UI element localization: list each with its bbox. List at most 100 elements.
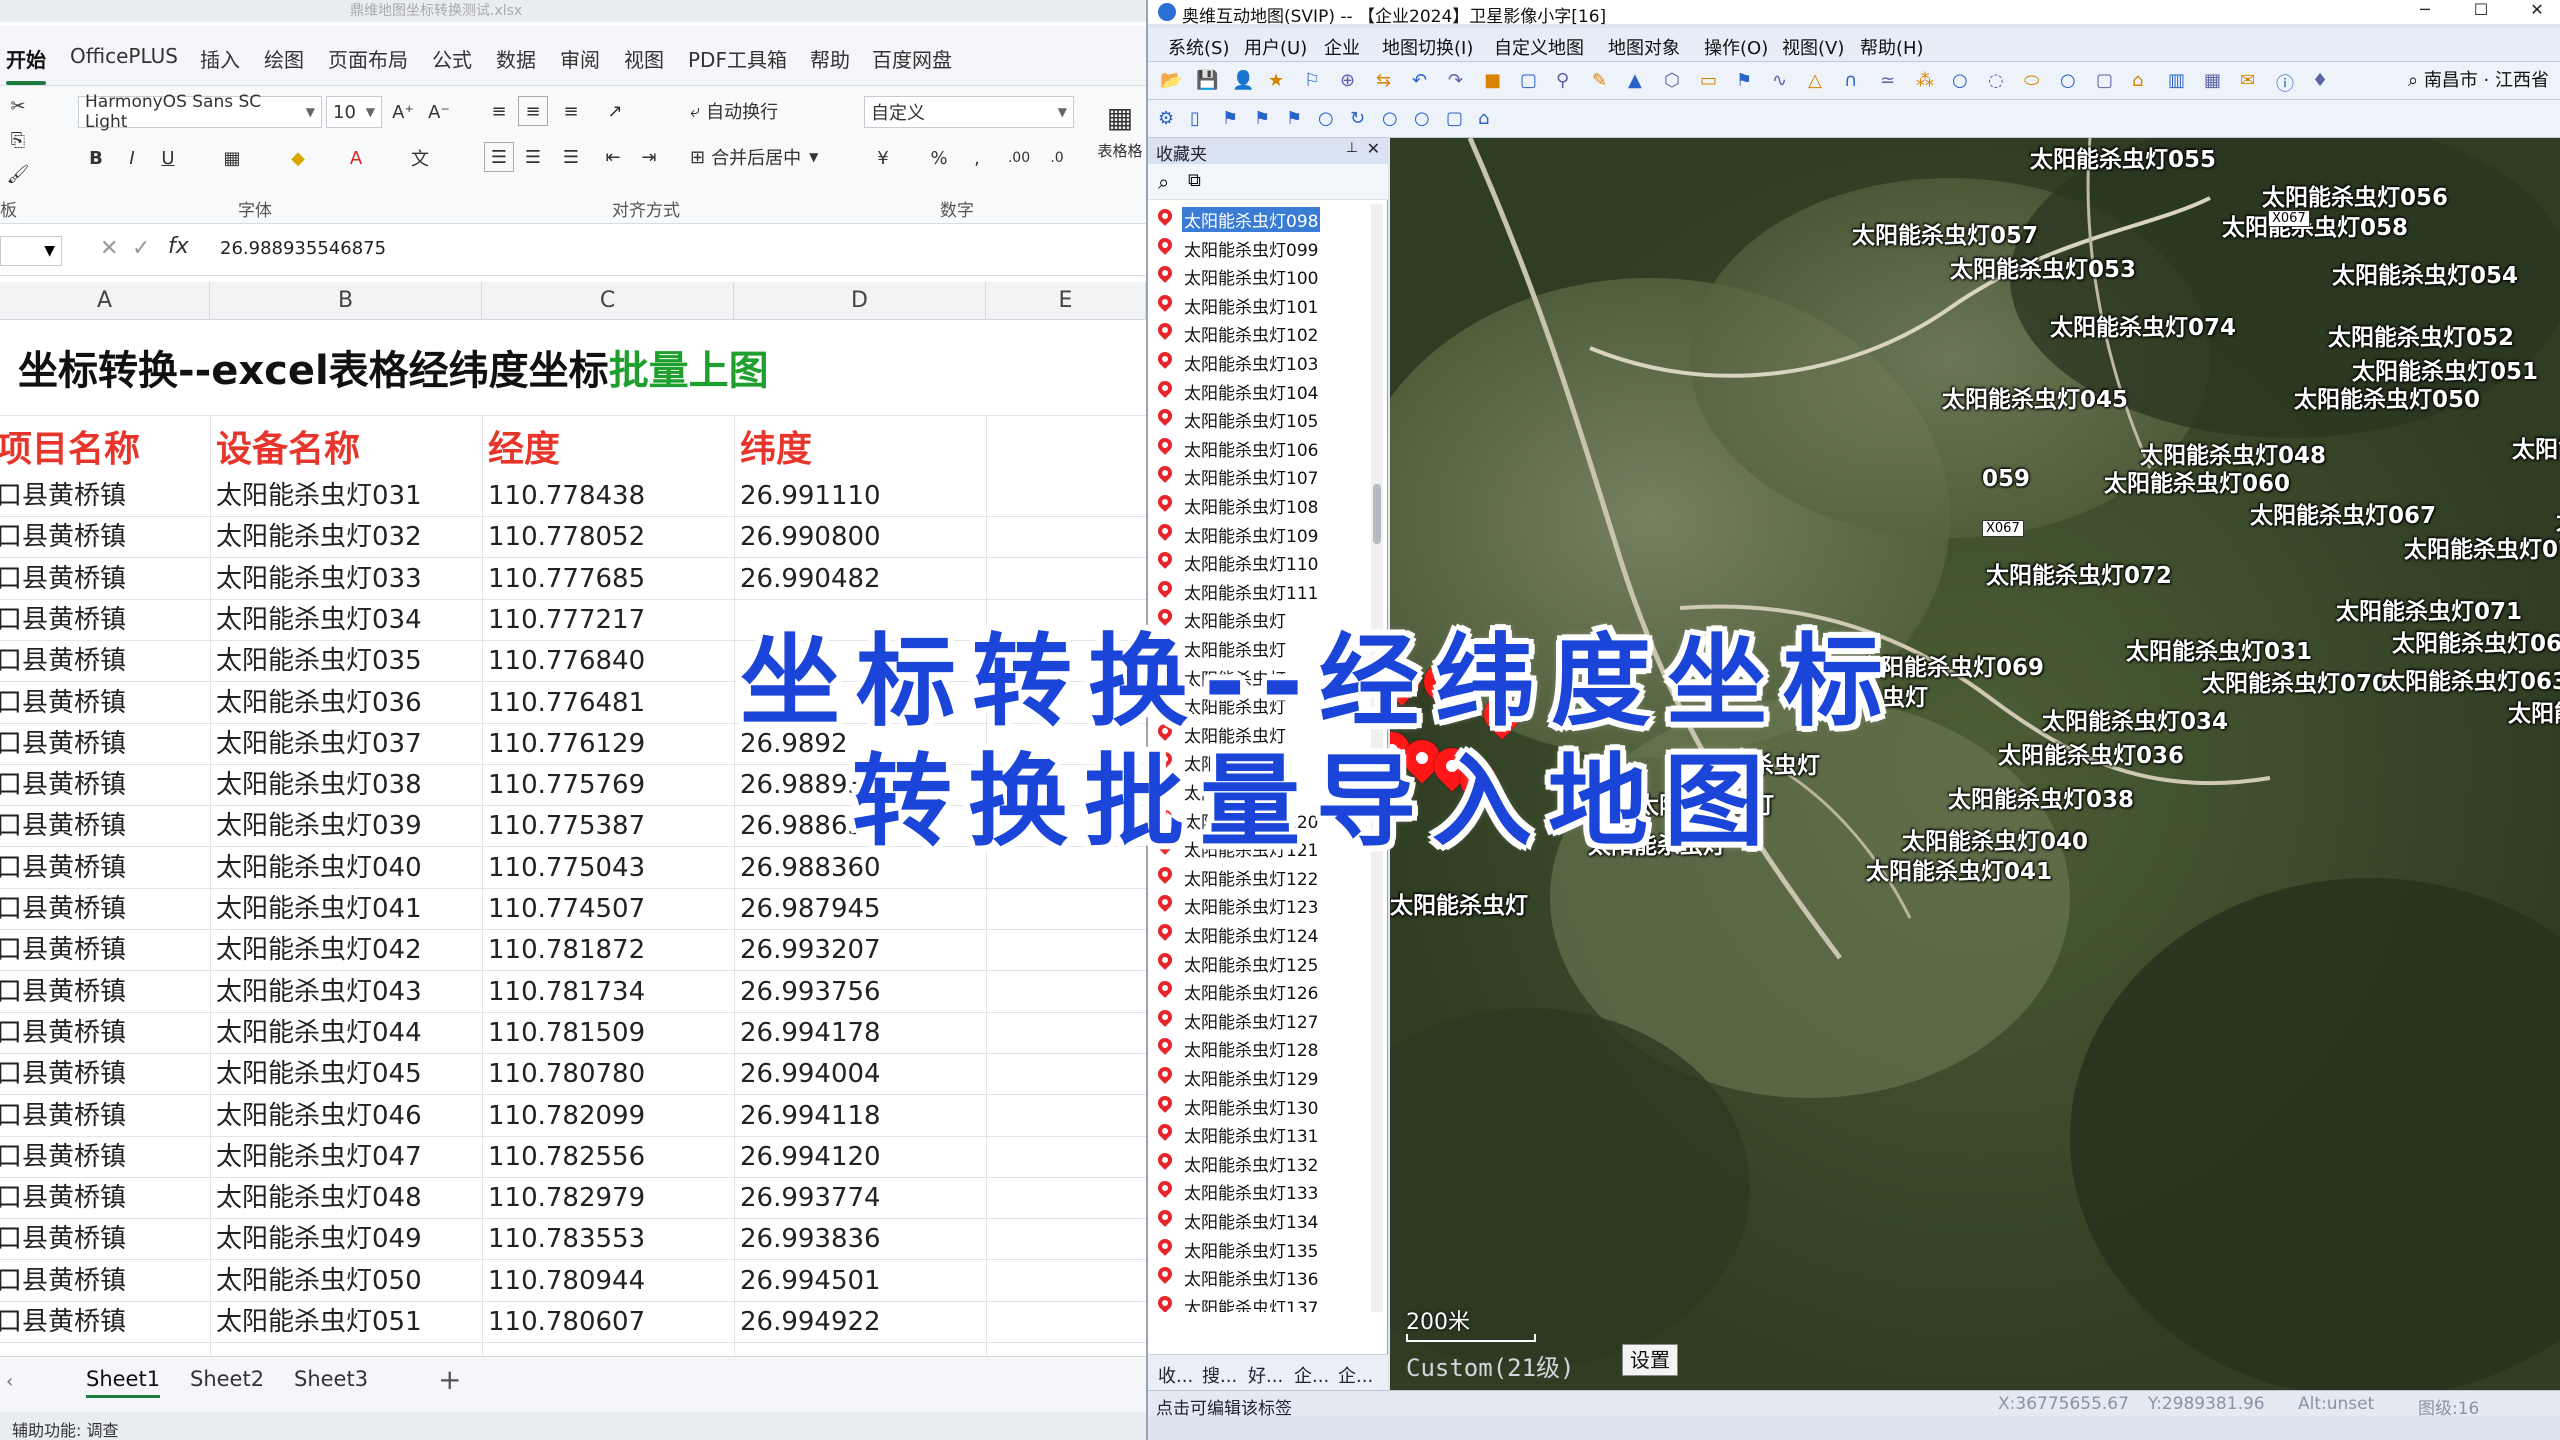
cell-project[interactable]: 口县黄桥镇 bbox=[0, 1178, 126, 1219]
tab-pdf-tools[interactable]: PDF工具箱 bbox=[688, 44, 787, 73]
cell-latitude[interactable]: 26.990800 bbox=[740, 517, 881, 558]
map-marker-label[interactable]: 太阳能杀虫灯063 bbox=[2382, 662, 2560, 696]
tab-home[interactable]: 开始 bbox=[6, 44, 46, 85]
cell-device[interactable]: 太阳能杀虫灯036 bbox=[216, 683, 422, 724]
toolbar-tool-icon[interactable]: ■ bbox=[1484, 70, 1506, 92]
fill-color-icon[interactable]: ◆ bbox=[282, 142, 314, 174]
favorite-item[interactable]: 太阳能杀虫灯102 bbox=[1148, 318, 1368, 347]
align-middle-icon[interactable]: ≡ bbox=[518, 96, 548, 126]
toolbar-tool-icon[interactable]: ⚑ bbox=[1736, 70, 1758, 92]
toolbar-tool-icon[interactable]: ⚙ bbox=[1158, 108, 1180, 130]
minimize-icon[interactable]: ─ bbox=[2400, 0, 2450, 24]
map-marker-label[interactable]: 太阳能杀虫灯038 bbox=[1948, 780, 2134, 814]
map-marker-label[interactable]: 太阳能杀虫灯036 bbox=[1998, 736, 2184, 770]
wrap-text-button[interactable]: ⤶ 自动换行 bbox=[690, 96, 800, 126]
formula-input[interactable]: 26.988935546875 bbox=[220, 238, 386, 259]
cell-device[interactable]: 太阳能杀虫灯047 bbox=[216, 1137, 422, 1178]
toolbar-tool-icon[interactable]: ▭ bbox=[1700, 70, 1722, 92]
favorite-item[interactable]: 太阳能杀虫灯135 bbox=[1148, 1234, 1368, 1263]
align-top-icon[interactable]: ≡ bbox=[484, 96, 514, 126]
tab-review[interactable]: 审阅 bbox=[560, 44, 600, 73]
scrollbar-thumb[interactable] bbox=[1373, 484, 1381, 544]
cell-project[interactable]: 口县黄桥镇 bbox=[0, 1261, 126, 1302]
cell-device[interactable]: 太阳能杀虫灯046 bbox=[216, 1096, 422, 1137]
favorite-item[interactable]: 太阳能杀虫灯108 bbox=[1148, 490, 1368, 519]
toolbar-tool-icon[interactable]: ▯ bbox=[1190, 108, 1212, 130]
toolbar-tool-icon[interactable]: ↶ bbox=[1412, 70, 1434, 92]
toolbar-tool-icon[interactable]: 📂 bbox=[1160, 70, 1182, 92]
cell-latitude[interactable]: 26.990482 bbox=[740, 559, 881, 600]
cell-device[interactable]: 太阳能杀虫灯039 bbox=[216, 806, 422, 847]
tab-help[interactable]: 帮助 bbox=[810, 44, 850, 73]
toolbar-tool-icon[interactable]: ○ bbox=[1382, 108, 1404, 130]
favorite-item[interactable]: 太阳能杀虫灯127 bbox=[1148, 1005, 1368, 1034]
cell-latitude[interactable]: 26.994004 bbox=[740, 1054, 881, 1095]
cell-device[interactable]: 太阳能杀虫灯051 bbox=[216, 1302, 422, 1343]
cell-longitude[interactable]: 110.781734 bbox=[488, 972, 645, 1013]
map-marker-label[interactable]: 太阳能杀虫灯060 bbox=[2104, 464, 2290, 498]
cell-longitude[interactable]: 110.782099 bbox=[488, 1096, 645, 1137]
toolbar-tool-icon[interactable]: ♦ bbox=[2312, 70, 2334, 92]
toolbar-tool-icon[interactable]: ✉ bbox=[2240, 70, 2262, 92]
font-color-icon[interactable]: A bbox=[340, 142, 372, 174]
map-marker-label[interactable]: 太阳能杀虫灯070 bbox=[2202, 664, 2388, 698]
copy-icon[interactable]: ⎘ bbox=[4, 126, 32, 154]
favorite-item[interactable]: 太阳能杀虫灯105 bbox=[1148, 404, 1368, 433]
cell-device[interactable]: 太阳能杀虫灯041 bbox=[216, 889, 422, 930]
map-marker-label[interactable]: 太阳能杀虫灯067 bbox=[2250, 496, 2436, 530]
cell-project[interactable]: 口县黄桥镇 bbox=[0, 1096, 126, 1137]
column-header-c[interactable]: C bbox=[482, 282, 734, 320]
cell-latitude[interactable]: 26.993756 bbox=[740, 972, 881, 1013]
cell-longitude[interactable]: 110.778052 bbox=[488, 517, 645, 558]
increase-decimal-icon[interactable]: .00 bbox=[1002, 142, 1036, 174]
favorite-item[interactable]: 太阳能杀虫灯130 bbox=[1148, 1091, 1368, 1120]
cell-longitude[interactable]: 110.776840 bbox=[488, 641, 645, 682]
favorite-item[interactable]: 太阳能杀虫灯132 bbox=[1148, 1148, 1368, 1177]
add-sheet-icon[interactable]: + bbox=[438, 1363, 461, 1396]
cell-device[interactable]: 太阳能杀虫灯040 bbox=[216, 848, 422, 889]
header-project-name[interactable]: 项目名称 bbox=[0, 420, 140, 472]
cell-project[interactable]: 口县黄桥镇 bbox=[0, 641, 126, 682]
header-device-name[interactable]: 设备名称 bbox=[216, 420, 360, 472]
cell-longitude[interactable]: 110.776481 bbox=[488, 683, 645, 724]
cell-longitude[interactable]: 110.775387 bbox=[488, 806, 645, 847]
toolbar-tool-icon[interactable]: ▢ bbox=[2096, 70, 2118, 92]
favorite-item[interactable]: 太阳能杀虫灯134 bbox=[1148, 1205, 1368, 1234]
cell-project[interactable]: 口县黄桥镇 bbox=[0, 517, 126, 558]
menu-custom-map[interactable]: 自定义地图 bbox=[1494, 34, 1584, 60]
toolbar-tool-icon[interactable]: ✎ bbox=[1592, 70, 1614, 92]
percent-icon[interactable]: % bbox=[924, 142, 954, 174]
cell-longitude[interactable]: 110.777217 bbox=[488, 600, 645, 641]
tab-search[interactable]: 搜... bbox=[1202, 1362, 1237, 1388]
align-center-icon[interactable]: ☰ bbox=[518, 142, 548, 172]
cancel-icon[interactable]: ✕ bbox=[100, 236, 118, 261]
tab-draw[interactable]: 绘图 bbox=[264, 44, 304, 73]
tab-officeplus[interactable]: OfficePLUS bbox=[70, 44, 178, 68]
toolbar-tool-icon[interactable]: 💾 bbox=[1196, 70, 1218, 92]
tab-insert[interactable]: 插入 bbox=[200, 44, 240, 73]
cell-device[interactable]: 太阳能杀虫灯048 bbox=[216, 1178, 422, 1219]
italic-icon[interactable]: I bbox=[118, 142, 146, 174]
increase-font-icon[interactable]: A⁺ bbox=[388, 96, 418, 128]
cell-longitude[interactable]: 110.780607 bbox=[488, 1302, 645, 1343]
menu-user[interactable]: 用户(U) bbox=[1244, 34, 1307, 60]
name-box[interactable]: ▼ bbox=[0, 236, 62, 266]
menu-help[interactable]: 帮助(H) bbox=[1860, 34, 1924, 60]
settings-button[interactable]: 设置 bbox=[1622, 1344, 1678, 1376]
cell-longitude[interactable]: 110.780944 bbox=[488, 1261, 645, 1302]
maximize-icon[interactable]: ☐ bbox=[2456, 0, 2506, 24]
toolbar-tool-icon[interactable]: ⚲ bbox=[1556, 70, 1578, 92]
format-painter-icon[interactable]: 🖌 bbox=[4, 160, 32, 188]
border-icon[interactable]: ▦ bbox=[216, 142, 248, 174]
map-marker-label[interactable]: 太阳能杀虫灯040 bbox=[1902, 822, 2088, 856]
favorite-item[interactable]: 太阳能杀虫灯125 bbox=[1148, 948, 1368, 977]
map-marker-label[interactable]: 太阳能杀虫灯031 bbox=[2126, 632, 2312, 666]
cell-project[interactable]: 口县黄桥镇 bbox=[0, 1054, 126, 1095]
map-marker-label[interactable]: 太阳能杀虫灯074 bbox=[2050, 308, 2236, 342]
tab-page-layout[interactable]: 页面布局 bbox=[328, 44, 408, 73]
cell-longitude[interactable]: 110.775769 bbox=[488, 765, 645, 806]
tab-view[interactable]: 视图 bbox=[624, 44, 664, 73]
tab-baidu-netdisk[interactable]: 百度网盘 bbox=[872, 44, 952, 73]
city-indicator[interactable]: ⌕ 南昌市 · 江西省 bbox=[2408, 66, 2558, 96]
currency-icon[interactable]: ¥ bbox=[866, 142, 900, 174]
